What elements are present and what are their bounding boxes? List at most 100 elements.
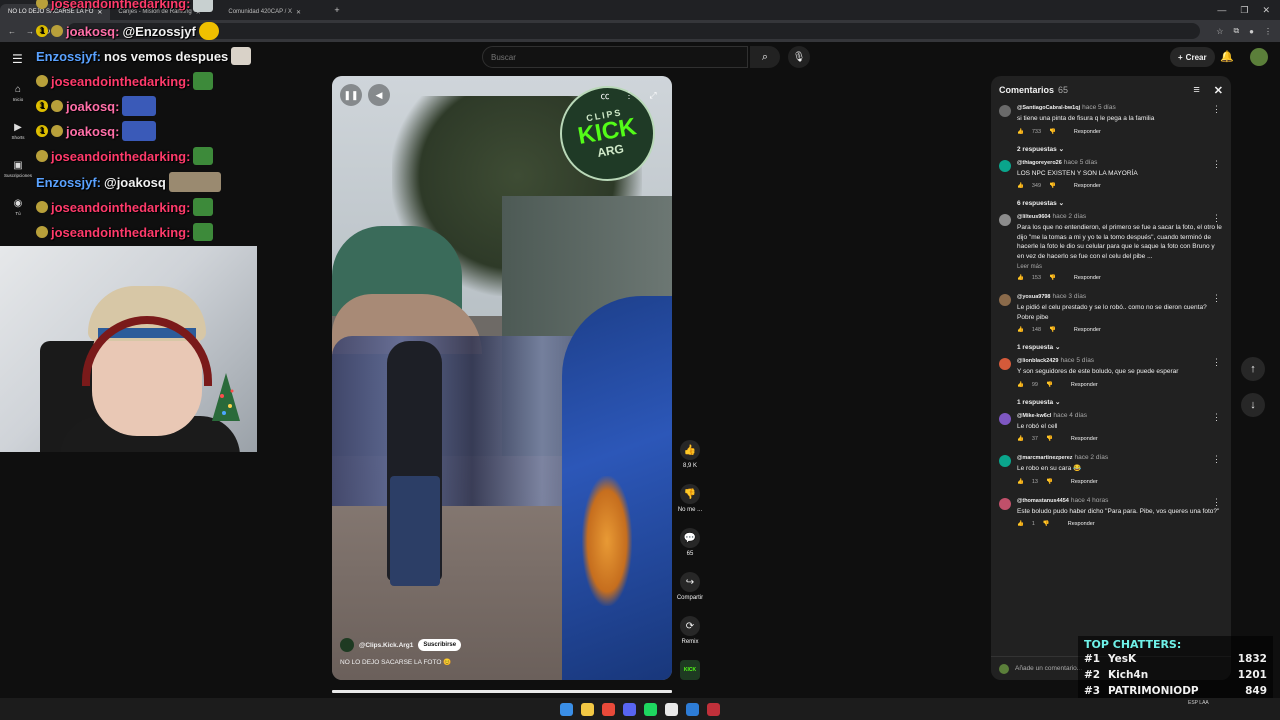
comment-more-icon[interactable]: ⋮ (1212, 412, 1221, 423)
comment-dislike-icon[interactable]: 👎 (1049, 327, 1056, 333)
hamburger-menu-icon[interactable]: ☰ (12, 52, 23, 66)
commenter-name[interactable]: @thiagoreyero26 (1017, 160, 1062, 166)
comment-more-icon[interactable]: ⋮ (1212, 454, 1221, 465)
show-replies-button[interactable]: 1 respuesta ⌄ (1017, 343, 1223, 351)
commenter-name[interactable]: @SantiagoCabral-bw1qj (1017, 105, 1080, 111)
channel-avatar[interactable] (340, 638, 354, 652)
reply-button[interactable]: Responder (1071, 436, 1098, 442)
taskbar-app-icon[interactable] (686, 702, 699, 716)
comment-like-icon[interactable]: 👍 (1017, 183, 1024, 189)
nav-item-shorts[interactable]: ▶ Shorts (0, 112, 36, 150)
comment-more-icon[interactable]: ⋮ (1212, 159, 1221, 170)
comment-input[interactable]: Añade un comentario... (1015, 665, 1082, 672)
captions-button[interactable]: ㏄ (594, 84, 616, 106)
commenter-name[interactable]: @Mike-kw6cl (1017, 413, 1051, 419)
taskbar-app-icon[interactable] (644, 702, 657, 716)
menu-icon[interactable]: ⋮ (1264, 27, 1272, 36)
close-window-button[interactable]: ✕ (1262, 5, 1270, 16)
nav-item-subscriptions[interactable]: ▣ Suscripciones (0, 150, 36, 188)
comment-more-icon[interactable]: ⋮ (1212, 104, 1221, 115)
comment-dislike-icon[interactable]: 👎 (1046, 479, 1053, 485)
minimize-button[interactable]: — (1217, 5, 1226, 16)
channel-name[interactable]: @Clips.Kick.Arg1 (359, 642, 413, 649)
search-input[interactable] (482, 46, 748, 68)
commenter-name[interactable]: @marcmartinezperez (1017, 455, 1073, 461)
commenter-avatar[interactable] (999, 455, 1011, 467)
search-button[interactable]: ⌕ (750, 46, 780, 68)
commenter-avatar[interactable] (999, 294, 1011, 306)
remix-button[interactable]: ⟳ Remix (674, 616, 706, 660)
taskbar-app-icon[interactable] (602, 702, 615, 716)
comment-more-icon[interactable]: ⋮ (1212, 293, 1221, 304)
next-short-button[interactable]: ↓ (1241, 393, 1265, 417)
sort-icon[interactable]: ≡ (1193, 84, 1199, 97)
reply-button[interactable]: Responder (1074, 183, 1101, 189)
maximize-button[interactable]: ❐ (1240, 5, 1248, 16)
reply-button[interactable]: Responder (1074, 275, 1101, 281)
commenter-avatar[interactable] (999, 497, 1011, 510)
commenter-name[interactable]: @yosua9798 (1017, 294, 1051, 300)
notifications-bell-icon[interactable]: 🔔 (1220, 50, 1234, 63)
shorts-video-player[interactable]: CLIPS KICK ARG ❚❚ ◀ ㏄ ⋮ ⤢ @Clips.Kick.Ar… (332, 76, 672, 680)
like-button[interactable]: 👍 8,9 K (674, 440, 706, 484)
comment-dislike-icon[interactable]: 👎 (1049, 275, 1056, 281)
comment-dislike-icon[interactable]: 👎 (1049, 183, 1056, 189)
reply-button[interactable]: Responder (1071, 479, 1098, 485)
taskbar-app-icon[interactable] (581, 702, 594, 716)
account-avatar[interactable] (1250, 48, 1268, 66)
reply-button[interactable]: Responder (1074, 327, 1101, 333)
subscribe-button[interactable]: Suscribirse (418, 639, 462, 651)
more-options-button[interactable]: ⋮ (618, 84, 640, 106)
language-indicator[interactable]: ESP LAA (1188, 700, 1209, 706)
forward-icon[interactable]: → (26, 27, 34, 36)
comments-button[interactable]: 💬 65 (674, 528, 706, 572)
comment-more-icon[interactable]: ⋮ (1212, 497, 1221, 508)
taskbar-app-icon[interactable] (623, 702, 636, 716)
reply-button[interactable]: Responder (1071, 382, 1098, 388)
voice-search-button[interactable]: 🎙 (788, 46, 810, 68)
comment-like-icon[interactable]: 👍 (1017, 479, 1024, 485)
nav-item-home[interactable]: ⌂ Inicio (0, 74, 36, 112)
share-button[interactable]: ↪ Compartir (674, 572, 706, 616)
comment-dislike-icon[interactable]: 👎 (1046, 382, 1053, 388)
show-replies-button[interactable]: 1 respuesta ⌄ (1017, 398, 1223, 406)
comment-like-icon[interactable]: 👍 (1017, 436, 1024, 442)
comment-dislike-icon[interactable]: 👎 (1046, 436, 1053, 442)
reply-button[interactable]: Responder (1068, 521, 1095, 527)
dislike-button[interactable]: 👎 No me ... (674, 484, 706, 528)
new-tab-button[interactable]: + (334, 5, 339, 15)
comment-more-icon[interactable]: ⋮ (1212, 213, 1221, 224)
comment-like-icon[interactable]: 👍 (1017, 275, 1024, 281)
fullscreen-button[interactable]: ⤢ (642, 84, 664, 106)
tab-close-icon[interactable]: ✕ (296, 9, 301, 16)
show-replies-button[interactable]: 6 respuestas ⌄ (1017, 199, 1223, 207)
comment-like-icon[interactable]: 👍 (1017, 521, 1024, 527)
taskbar-app-icon[interactable] (560, 702, 573, 716)
commenter-avatar[interactable] (999, 412, 1011, 425)
volume-button[interactable]: ◀ (368, 84, 390, 106)
comment-dislike-icon[interactable]: 👎 (1049, 129, 1056, 135)
comment-more-icon[interactable]: ⋮ (1212, 357, 1221, 368)
star-icon[interactable]: ☆ (1216, 27, 1223, 36)
pause-button[interactable]: ❚❚ (340, 84, 362, 106)
commenter-name[interactable]: @lionblack2429 (1017, 358, 1058, 364)
show-replies-button[interactable]: 2 respuestas ⌄ (1017, 145, 1223, 153)
profile-icon[interactable]: ● (1249, 27, 1254, 36)
create-button[interactable]: + Crear (1170, 47, 1215, 67)
close-icon[interactable]: ✕ (1214, 84, 1223, 97)
commenter-avatar[interactable] (999, 159, 1011, 172)
taskbar-app-icon[interactable] (707, 702, 720, 716)
reply-button[interactable]: Responder (1074, 129, 1101, 135)
commenter-name[interactable]: @lilteus9604 (1017, 214, 1051, 220)
commenter-avatar[interactable] (999, 214, 1011, 226)
comment-like-icon[interactable]: 👍 (1017, 129, 1024, 135)
commenter-avatar[interactable] (999, 105, 1011, 117)
comment-like-icon[interactable]: 👍 (1017, 327, 1024, 333)
comment-like-icon[interactable]: 👍 (1017, 382, 1024, 388)
nav-item-you[interactable]: ◉ Tú (0, 188, 36, 226)
back-icon[interactable]: ← (8, 27, 16, 36)
read-more-link[interactable]: Leer más (1017, 264, 1223, 270)
video-progress-bar[interactable] (332, 690, 672, 693)
commenter-name[interactable]: @thomastanus4454 (1017, 498, 1069, 504)
previous-short-button[interactable]: ↑ (1241, 357, 1265, 381)
